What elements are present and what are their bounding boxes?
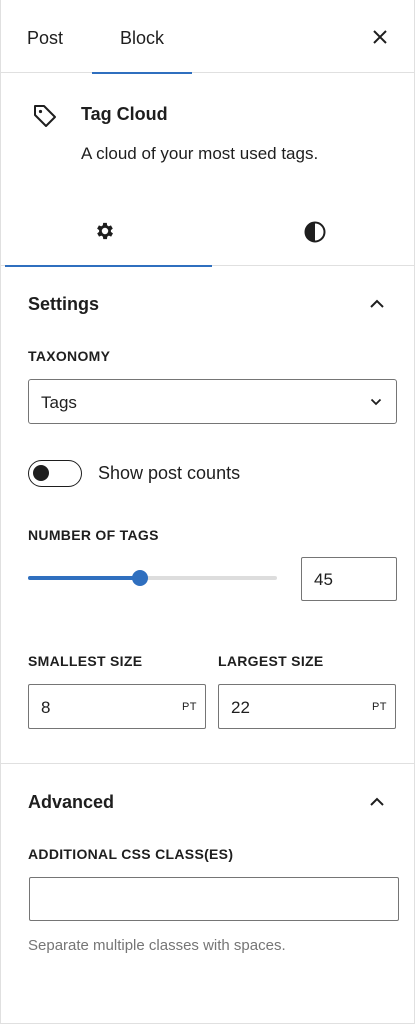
number-of-tags-input[interactable]: 45 — [301, 557, 397, 601]
number-of-tags-slider[interactable] — [28, 570, 277, 586]
sidebar-tabs: Post Block — [1, 0, 414, 74]
show-post-counts-label: Show post counts — [98, 463, 241, 483]
settings-panel-title: Settings — [28, 294, 100, 314]
show-post-counts-toggle[interactable] — [28, 460, 82, 487]
block-inspector-tabs — [1, 194, 415, 267]
close-icon[interactable] — [368, 25, 392, 49]
css-classes-label: ADDITIONAL CSS CLASS(ES) — [28, 846, 234, 862]
largest-size-unit: PT — [371, 701, 387, 713]
chevron-up-icon — [370, 299, 384, 308]
advanced-panel-toggle[interactable]: Advanced — [1, 770, 414, 830]
block-title: Tag Cloud — [81, 104, 168, 124]
tab-styles[interactable] — [211, 194, 415, 266]
slider-thumb[interactable] — [132, 570, 149, 586]
chevron-up-icon — [370, 797, 384, 806]
settings-panel-toggle[interactable]: Settings — [1, 272, 414, 332]
number-of-tags-label: NUMBER OF TAGS — [28, 527, 159, 543]
css-classes-help: Separate multiple classes with spaces. — [28, 937, 286, 954]
block-inspector: Post Block Tag Cloud A cloud of your mos… — [0, 0, 415, 1024]
tag-icon — [34, 105, 56, 127]
largest-size-input[interactable]: 22 PT — [218, 684, 396, 729]
smallest-size-unit: PT — [181, 701, 197, 713]
taxonomy-value: Tags — [41, 393, 77, 412]
tab-settings[interactable] — [1, 194, 212, 267]
largest-size-label: LARGEST SIZE — [218, 653, 324, 669]
largest-size-value: 22 — [231, 698, 250, 717]
contrast-icon — [304, 221, 325, 243]
taxonomy-label: TAXONOMY — [28, 348, 111, 364]
slider-fill — [28, 576, 141, 580]
gear-icon — [96, 222, 113, 240]
smallest-size-input[interactable]: 8 PT — [28, 684, 206, 729]
smallest-size-value: 8 — [41, 698, 51, 717]
tab-block[interactable]: Block — [92, 0, 192, 74]
block-description: A cloud of your most used tags. — [81, 144, 319, 163]
advanced-panel-title: Advanced — [28, 792, 115, 812]
chevron-down-icon — [370, 398, 382, 406]
css-classes-input[interactable] — [29, 877, 399, 921]
divider — [1, 763, 414, 764]
taxonomy-select[interactable]: Tags — [28, 379, 397, 424]
block-card: Tag Cloud A cloud of your most used tags… — [1, 74, 414, 194]
smallest-size-label: SMALLEST SIZE — [28, 653, 143, 669]
tab-post[interactable]: Post — [27, 0, 63, 73]
toggle-knob — [33, 465, 49, 481]
